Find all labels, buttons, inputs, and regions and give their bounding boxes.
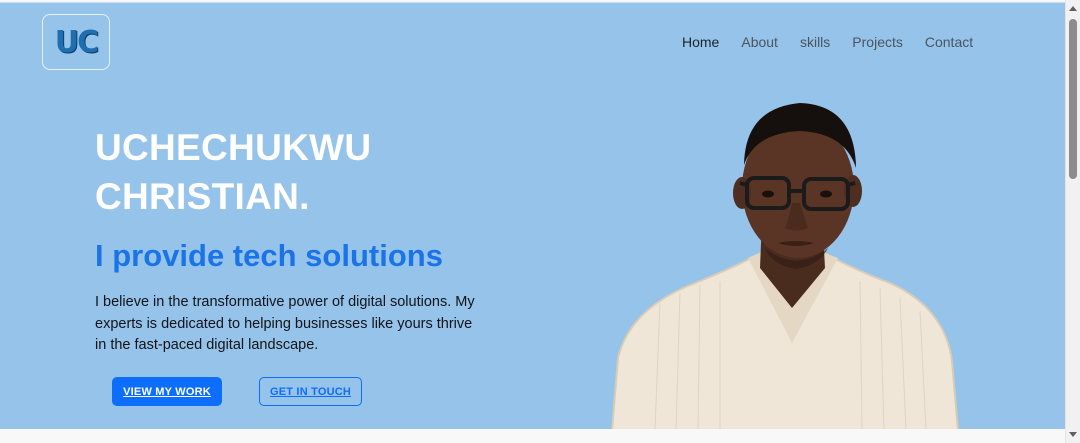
hero-name: UCHECHUKWU CHRISTIAN. (95, 123, 371, 221)
scrollbar-thumb[interactable] (1069, 19, 1077, 179)
nav-home[interactable]: Home (682, 32, 719, 52)
hero-name-line2: CHRISTIAN. (95, 176, 310, 217)
hero-tagline: I provide tech solutions (95, 238, 443, 273)
scroll-up-arrow-icon[interactable] (1069, 6, 1077, 11)
scroll-down-arrow-icon[interactable] (1069, 432, 1077, 437)
vertical-scrollbar[interactable] (1065, 0, 1080, 443)
page-viewport: UC Home About skills Projects Contact UC… (0, 0, 1065, 443)
logo-text: UC (54, 24, 99, 60)
nav-contact[interactable]: Contact (925, 32, 973, 52)
main-nav: Home About skills Projects Contact (682, 32, 995, 52)
get-in-touch-button[interactable]: GET IN TOUCH (259, 377, 362, 406)
brand-logo[interactable]: UC (42, 14, 110, 70)
nav-skills[interactable]: skills (800, 32, 830, 52)
portrait-image (611, 103, 959, 429)
next-section-edge (0, 429, 1065, 443)
nav-about[interactable]: About (741, 32, 778, 52)
hero-section: UC Home About skills Projects Contact UC… (0, 2, 1065, 429)
nav-projects[interactable]: Projects (852, 32, 903, 52)
hero-description: I believe in the transformative power of… (95, 294, 475, 353)
hero-name-line1: UCHECHUKWU (95, 127, 372, 168)
view-my-work-button[interactable]: VIEW MY WORK (112, 377, 222, 406)
